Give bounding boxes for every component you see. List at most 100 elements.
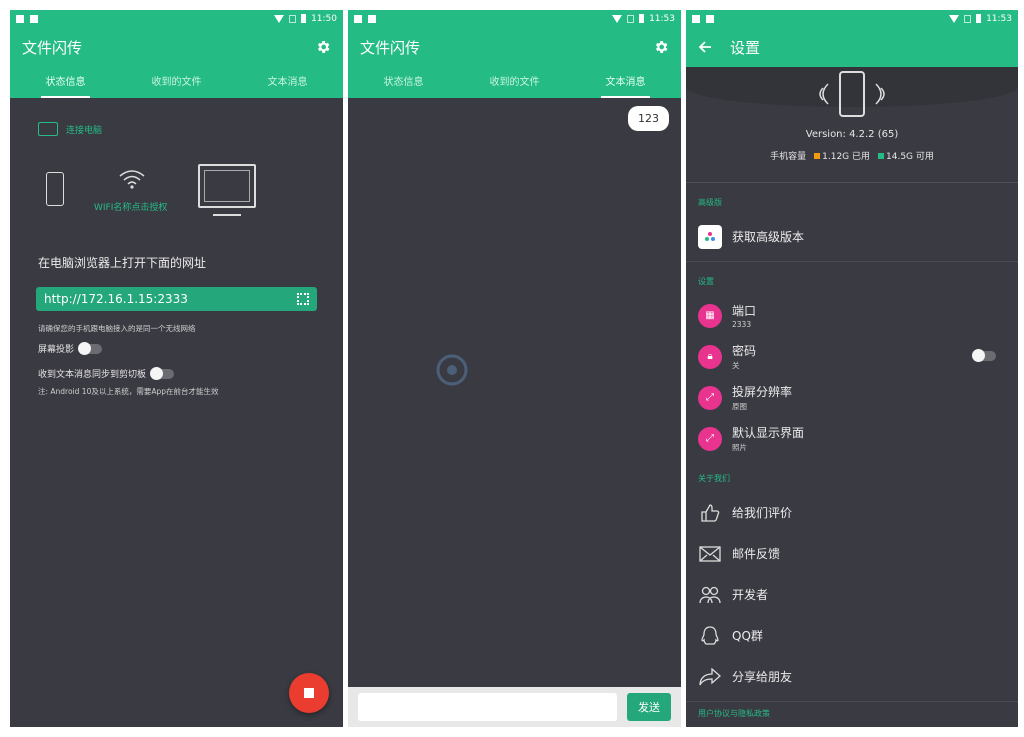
mail-icon [698,542,722,566]
url-text: http://172.16.1.15:2333 [44,292,188,306]
port-label: 端口 [732,304,757,318]
tab-received-files[interactable]: 收到的文件 [459,67,570,98]
network-note: 请确保您的手机跟电脑接入的是同一个无线网络 [38,324,196,333]
watermark-icon [436,354,468,386]
default-view-value: 照片 [732,443,747,452]
people-icon [698,583,722,607]
storage-used: 1.12G 已用 [822,152,870,162]
qr-code-icon[interactable] [297,293,309,305]
battery-icon [976,14,982,23]
resolution-row[interactable]: ⤢ 投屏分辨率原图 [686,377,1018,418]
feedback-row[interactable]: 邮件反馈 [686,533,1018,574]
screen-cast-label: 屏幕投影 [38,345,75,355]
default-view-row[interactable]: ⤢ 默认显示界面照片 [686,418,1018,459]
url-field[interactable]: http://172.16.1.15:2333 [36,287,317,311]
screen-status-info: 11:50 文件闪传 状态信息 收到的文件 文本消息 连接电脑 WIFI名称点击… [10,10,343,727]
computer-stand [213,208,241,216]
free-swatch [878,153,884,159]
screen-cast-toggle[interactable] [78,341,103,355]
notification-icon [692,14,700,23]
tab-text-messages[interactable]: 文本消息 [570,67,681,98]
storage-free: 14.5G 可用 [886,152,934,162]
connection-illustration: WIFI名称点击授权 [38,164,315,234]
tab-bar: 状态信息 收到的文件 文本消息 [10,67,343,98]
status-bar: 11:50 [10,10,343,27]
share-icon [698,665,722,689]
premium-app-icon [698,224,722,249]
password-label: 密码 [732,344,757,358]
signal-right-icon [875,83,885,105]
page-title: 设置 [730,38,761,57]
tab-received-files[interactable]: 收到的文件 [121,67,232,98]
tab-text-messages[interactable]: 文本消息 [232,67,343,98]
status-bar: 11:53 [348,10,681,27]
share-label: 分享给朋友 [732,670,793,684]
section-premium: 高级版 [698,198,722,207]
computer-icon [198,164,256,208]
default-view-label: 默认显示界面 [732,426,805,440]
status-time: 11:53 [649,13,675,24]
password-value: 关 [732,361,740,370]
app-title: 文件闪传 [22,38,83,57]
connect-pc-label: 连接电脑 [66,125,103,136]
screen-cast-row: 屏幕投影 [38,341,315,355]
app-bar: 文件闪传 [10,27,343,67]
message-input[interactable] [358,693,617,721]
send-button[interactable]: 发送 [627,693,671,721]
resolution-label: 投屏分辨率 [732,385,793,399]
message-bubble[interactable]: 123 [628,106,669,131]
wifi-signal-icon [949,14,960,23]
resolution-value: 原图 [732,402,747,411]
wifi-authorize-link[interactable]: WIFI名称点击授权 [94,200,167,213]
clipboard-sync-label: 收到文本消息同步到剪切板 [38,370,147,380]
clipboard-sync-toggle[interactable] [150,366,175,380]
qq-group-row[interactable]: QQ群 [686,615,1018,656]
developer-row[interactable]: 开发者 [686,574,1018,615]
expand-icon: ⤢ [698,385,722,410]
battery-icon [301,14,307,23]
password-row[interactable]: 🔒︎ 密码关 [686,336,1018,377]
router-icon: ▦ [698,303,722,328]
password-toggle[interactable] [972,349,996,362]
lock-icon: 🔒︎ [698,344,722,369]
gear-icon[interactable] [653,39,669,55]
wifi-signal-icon [612,14,623,23]
image-icon [368,14,376,23]
connect-pc-link[interactable]: 连接电脑 [38,122,315,136]
get-premium-row[interactable]: 获取高级版本 [686,216,1018,257]
developer-label: 开发者 [732,588,769,602]
qq-icon [698,624,722,648]
back-arrow-icon[interactable] [698,40,712,54]
tab-status-info[interactable]: 状态信息 [348,67,459,98]
status-time: 11:53 [986,13,1012,24]
policy-link[interactable]: 用户协议与隐私政策 [686,702,1018,725]
notification-icon [16,14,24,23]
section-about: 关于我们 [698,474,730,483]
used-swatch [814,153,821,159]
monitor-icon [38,122,58,136]
share-row[interactable]: 分享给朋友 [686,656,1018,697]
expand-icon: ⤢ [698,426,722,451]
stop-icon [304,688,314,698]
app-title: 文件闪传 [360,38,421,57]
storage-info: 手机容量 1.12G 已用 14.5G 可用 [686,149,1018,162]
message-input-bar: 发送 [348,687,681,727]
open-url-instruction: 在电脑浏览器上打开下面的网址 [38,256,207,270]
tab-status-info[interactable]: 状态信息 [10,67,121,98]
screen-settings: 11:53 设置 Version: 4.2.2 (65) 手机容量 1.12G … [686,10,1018,727]
wifi-icon [119,170,145,189]
sim-icon [627,14,635,23]
rate-row[interactable]: 给我们评价 [686,492,1018,533]
stop-button[interactable] [289,673,329,713]
clipboard-sync-row: 收到文本消息同步到剪切板 [38,366,315,380]
device-info-header: Version: 4.2.2 (65) 手机容量 1.12G 已用 14.5G … [686,67,1018,183]
watermark-logo [432,350,472,390]
app-bar: 文件闪传 [348,27,681,67]
app-bar: 设置 [686,27,1018,67]
gear-icon[interactable] [315,39,331,55]
get-premium-label: 获取高级版本 [732,230,805,244]
android-note: 注: Android 10及以上系统，需要App在前台才能生效 [38,387,219,396]
status-time: 11:50 [311,13,337,24]
notification-icon [354,14,362,23]
port-row[interactable]: ▦ 端口 2333 [686,295,1018,336]
